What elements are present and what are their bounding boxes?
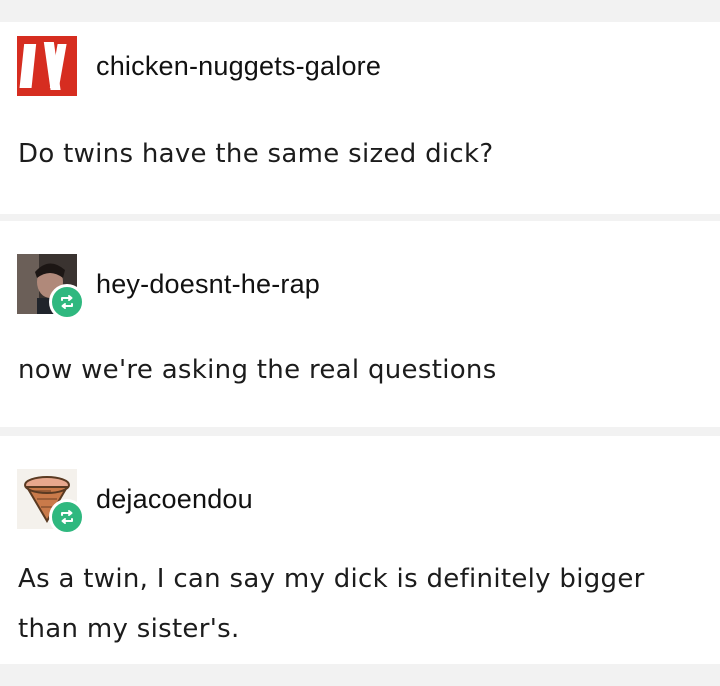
reblog-icon: [49, 499, 85, 535]
ice-cream-cone-avatar-icon[interactable]: [17, 469, 85, 535]
post-2: hey-doesnt-he-rap now we're asking the r…: [0, 221, 720, 427]
post-header: chicken-nuggets-galore: [17, 36, 381, 96]
red-bars-avatar-icon[interactable]: [17, 36, 77, 96]
post-3: dejacoendou As a twin, I can say my dick…: [0, 436, 720, 664]
post-header: hey-doesnt-he-rap: [17, 254, 320, 320]
post-header: dejacoendou: [17, 469, 253, 535]
username-link[interactable]: hey-doesnt-he-rap: [96, 269, 320, 300]
username-link[interactable]: chicken-nuggets-galore: [96, 51, 381, 82]
username-link[interactable]: dejacoendou: [96, 484, 253, 515]
tumblr-thread: chicken-nuggets-galore Do twins have the…: [0, 0, 720, 686]
post-1: chicken-nuggets-galore Do twins have the…: [0, 22, 720, 214]
post-body-text: As a twin, I can say my dick is definite…: [18, 564, 645, 644]
reblog-icon: [49, 284, 85, 320]
post-body-text: Do twins have the same sized dick?: [18, 139, 494, 169]
person-photo-avatar-icon[interactable]: [17, 254, 85, 320]
post-body-text: now we're asking the real questions: [18, 355, 497, 385]
